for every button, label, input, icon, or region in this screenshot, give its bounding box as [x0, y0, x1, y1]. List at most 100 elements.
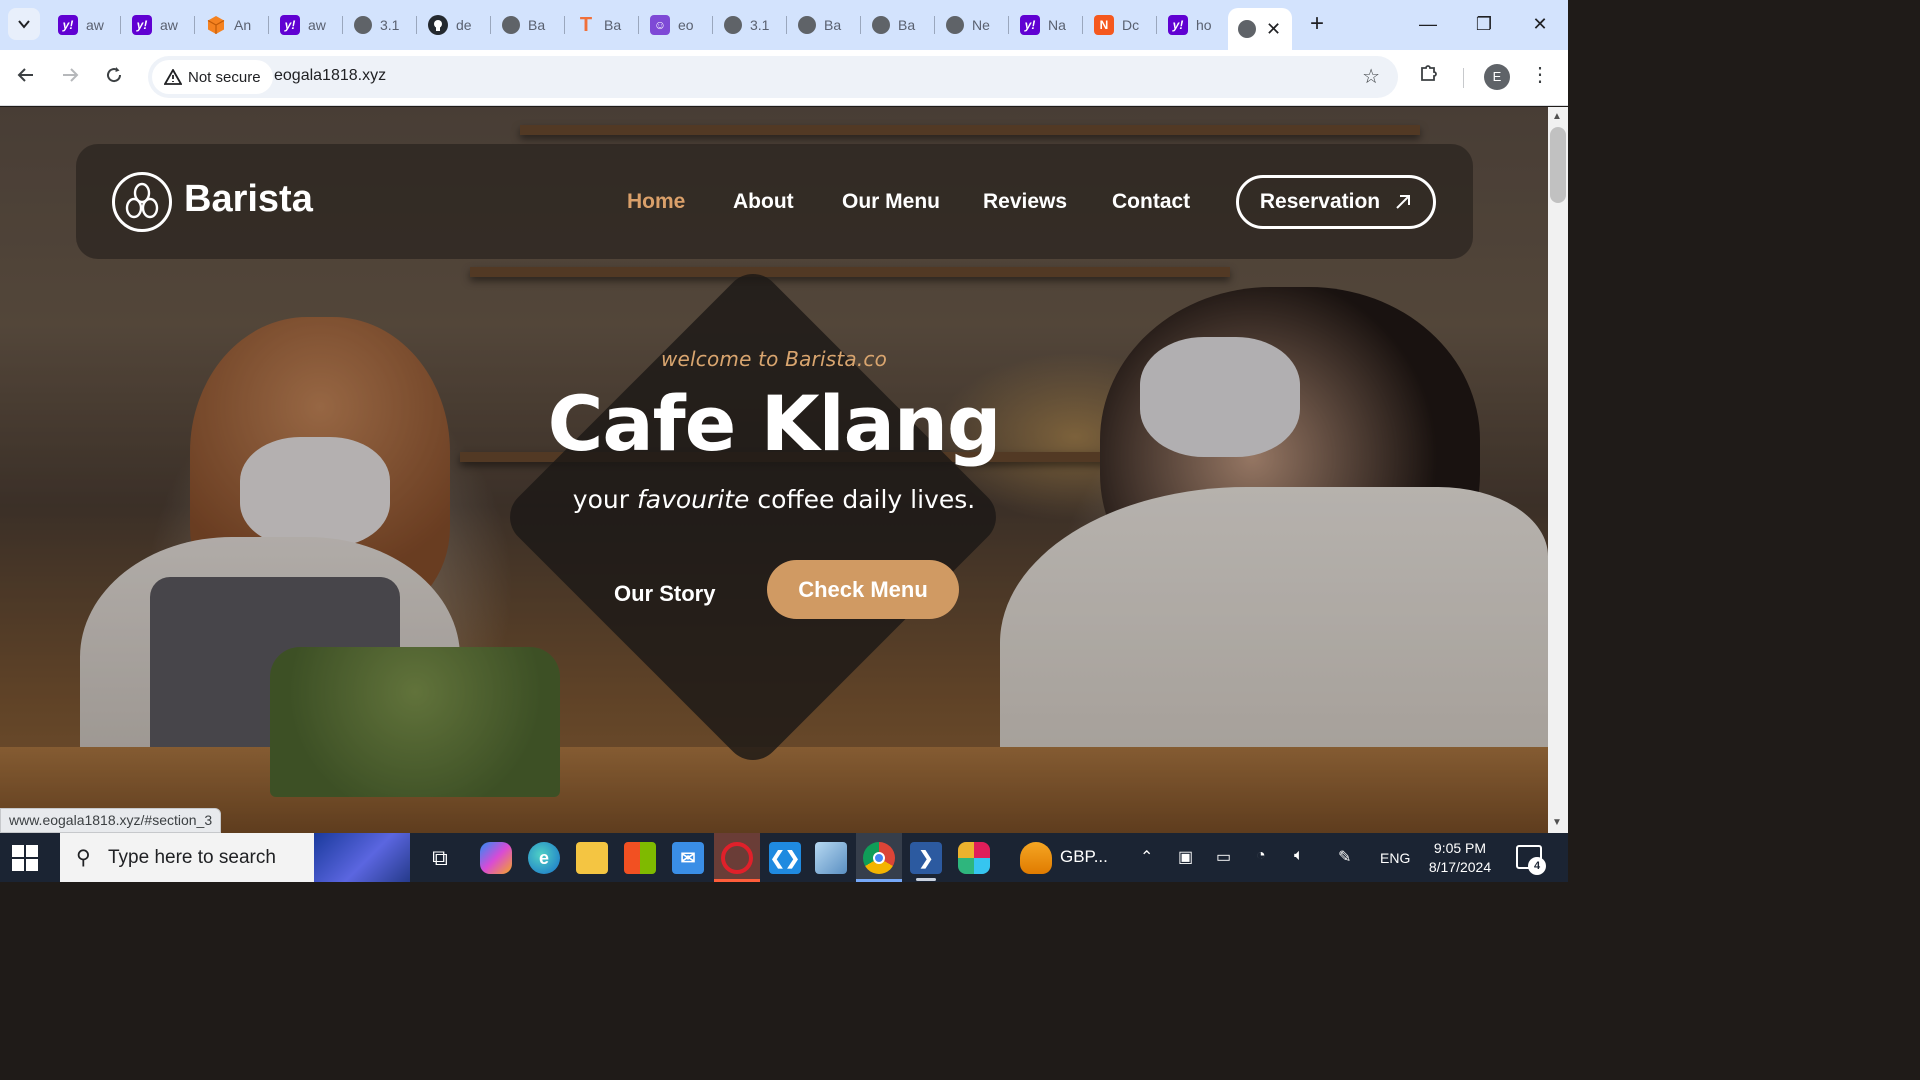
microsoft-store-icon[interactable] — [624, 842, 656, 874]
browser-tab[interactable]: 3.1 — [344, 8, 414, 42]
arrow-left-icon — [17, 68, 33, 82]
new-tab-button[interactable]: + — [1304, 12, 1330, 38]
reservation-button[interactable]: Reservation — [1236, 175, 1436, 229]
opera-icon[interactable] — [721, 842, 753, 874]
our-story-button[interactable]: Our Story — [614, 581, 715, 607]
arrow-up-right-icon — [1396, 195, 1411, 209]
browser-tab[interactable]: y! aw — [122, 8, 192, 42]
tab-title: eo — [678, 17, 694, 33]
browser-tab[interactable]: y! ho — [1158, 8, 1228, 42]
nav-contact[interactable]: Contact — [1112, 190, 1190, 214]
url-text[interactable]: eogala1818.xyz — [274, 67, 386, 85]
nav-about[interactable]: About — [733, 190, 794, 214]
tab-title: 3.1 — [380, 17, 400, 33]
browser-tab[interactable]: 3.1 — [714, 8, 784, 42]
nav-home[interactable]: Home — [627, 190, 685, 214]
tab-divider — [120, 16, 121, 34]
globe-icon — [798, 16, 816, 34]
yahoo-icon: y! — [132, 15, 152, 35]
browser-tab-active[interactable]: ✕ — [1228, 8, 1292, 50]
scroll-down-icon[interactable]: ▼ — [1552, 817, 1562, 828]
nav-our-menu[interactable]: Our Menu — [842, 190, 940, 214]
slack-icon[interactable] — [958, 842, 990, 874]
page-scrollbar[interactable]: ▲ ▼ — [1548, 107, 1568, 833]
close-window-button[interactable]: ✕ — [1526, 10, 1554, 38]
show-hidden-icons-icon[interactable]: ⌃ — [1140, 847, 1153, 867]
taskbar-search-box[interactable]: ⚲ Type here to search — [60, 833, 410, 882]
subtitle-emphasis: favourite — [636, 485, 750, 514]
extensions-icon[interactable] — [1418, 62, 1440, 89]
tab-divider — [268, 16, 269, 34]
tab-divider — [1008, 16, 1009, 34]
search-icon: ⚲ — [76, 847, 91, 869]
edge-icon[interactable]: e — [528, 842, 560, 874]
gold-coins-icon[interactable] — [1020, 842, 1052, 874]
browser-tab[interactable]: y! aw — [270, 8, 340, 42]
notepad-icon[interactable] — [815, 842, 847, 874]
currency-label[interactable]: GBP... — [1060, 847, 1108, 867]
nav-reviews[interactable]: Reviews — [983, 190, 1067, 214]
tab-search-button[interactable] — [8, 8, 40, 40]
browser-tab[interactable]: Ba — [788, 8, 858, 42]
vscode-icon[interactable]: ❮❯ — [769, 842, 801, 874]
scroll-up-icon[interactable]: ▲ — [1552, 111, 1562, 122]
volume-icon[interactable]: 🔈︎ — [1294, 847, 1304, 865]
minimize-button[interactable]: — — [1414, 10, 1442, 38]
globe-icon — [872, 16, 890, 34]
browser-tab[interactable]: Ba — [492, 8, 562, 42]
browser-tab[interactable]: Ba — [862, 8, 932, 42]
arrow-right-icon — [63, 68, 79, 82]
browser-tab[interactable]: y! aw — [48, 8, 118, 42]
meet-now-icon[interactable]: ▣ — [1178, 847, 1193, 867]
globe-icon — [946, 16, 964, 34]
wifi-icon[interactable]: ◔ — [1256, 847, 1266, 865]
nv-icon: N — [1094, 15, 1114, 35]
tab-title: Na — [1048, 17, 1066, 33]
tab-title: Ba — [528, 17, 546, 33]
tab-divider — [1156, 16, 1157, 34]
powershell-icon[interactable]: ❯ — [910, 842, 942, 874]
search-highlight-art — [314, 833, 410, 882]
copilot-icon[interactable] — [480, 842, 512, 874]
windows-start-icon[interactable] — [12, 845, 38, 871]
bookmark-star-icon[interactable]: ☆ — [1362, 64, 1380, 89]
browser-tab[interactable]: N Dc — [1084, 8, 1154, 42]
profile-avatar[interactable]: E — [1484, 64, 1510, 90]
brand-name[interactable]: Barista — [184, 178, 313, 221]
scroll-thumb[interactable] — [1550, 127, 1566, 203]
notification-count-badge: 4 — [1528, 857, 1546, 875]
pen-icon[interactable]: ✎ — [1338, 847, 1351, 867]
search-placeholder: Type here to search — [108, 847, 276, 868]
close-tab-icon[interactable]: ✕ — [1266, 19, 1281, 40]
file-explorer-icon[interactable] — [576, 842, 608, 874]
address-bar[interactable]: Not secure eogala1818.xyz ☆ — [148, 56, 1398, 98]
browser-tab[interactable]: Ne — [936, 8, 1006, 42]
mail-icon[interactable]: ✉ — [672, 842, 704, 874]
globe-icon — [1238, 20, 1256, 38]
security-chip[interactable]: Not secure — [152, 60, 273, 94]
browser-tab[interactable]: ☺ eo — [640, 8, 710, 42]
tab-divider — [934, 16, 935, 34]
subtitle-part: your — [572, 485, 637, 514]
check-menu-button[interactable]: Check Menu — [767, 560, 959, 619]
yahoo-icon: y! — [280, 15, 300, 35]
battery-icon[interactable]: ▭ — [1216, 847, 1231, 867]
restore-button[interactable]: ❐ — [1470, 10, 1498, 38]
browser-tab[interactable]: de — [418, 8, 488, 42]
chrome-icon[interactable] — [863, 842, 895, 874]
browser-tab[interactable]: T Ba — [566, 8, 636, 42]
taskbar-clock[interactable]: 9:05 PM 8/17/2024 — [1424, 839, 1496, 877]
forward-button[interactable] — [54, 62, 86, 94]
language-indicator[interactable]: ENG — [1380, 850, 1410, 866]
menu-kebab-icon[interactable]: ⋮ — [1530, 62, 1550, 87]
task-view-icon[interactable]: ⧉ — [424, 842, 456, 874]
browser-tab[interactable]: y! Na — [1010, 8, 1080, 42]
tab-title: Dc — [1122, 17, 1140, 33]
coffee-bean-logo-icon[interactable] — [112, 172, 172, 232]
browser-tab[interactable]: An — [196, 8, 266, 42]
back-button[interactable] — [10, 62, 42, 94]
tab-divider — [416, 16, 417, 34]
tab-title: An — [234, 17, 252, 33]
tab-divider — [638, 16, 639, 34]
reload-button[interactable] — [98, 62, 130, 94]
